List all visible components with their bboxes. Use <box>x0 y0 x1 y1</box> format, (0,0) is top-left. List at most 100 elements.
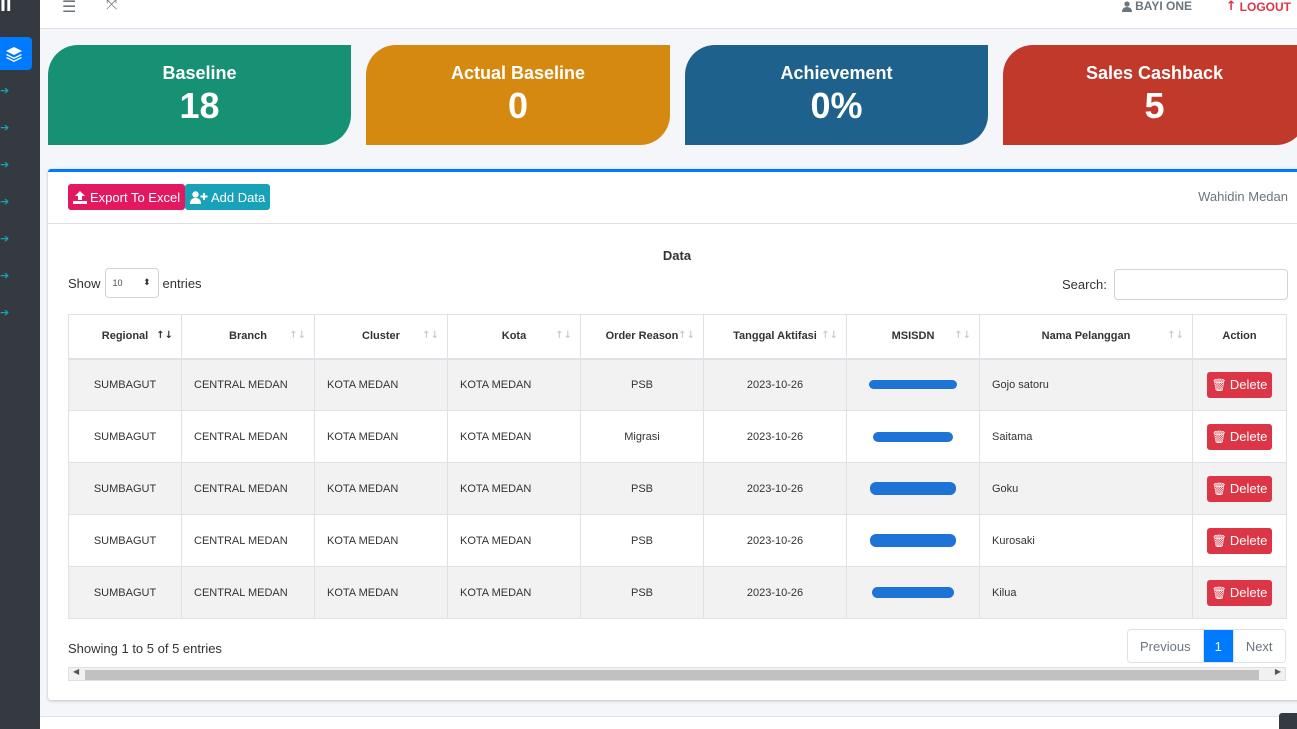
next-page-button[interactable]: Next <box>1232 630 1285 662</box>
sidebar-item-4[interactable]: ➔ <box>0 196 12 208</box>
col-cluster[interactable]: Cluster ↑↓ <box>314 314 448 360</box>
delete-button[interactable]: 🗑 Delete <box>1206 371 1273 398</box>
export-excel-button[interactable]: Export To Excel <box>68 184 186 210</box>
sidebar-item-6[interactable]: ➔ <box>0 270 12 282</box>
page-1-button[interactable]: 1 <box>1203 630 1233 662</box>
logout-link[interactable]: ↑ LOGOUT <box>1226 0 1291 14</box>
cell-order-reason: PSB <box>580 566 704 619</box>
user-menu[interactable]: BAYI ONE <box>1122 0 1192 13</box>
scrollbar-thumb[interactable] <box>85 670 1259 680</box>
search-input[interactable] <box>1113 269 1288 300</box>
cell-cluster: KOTA MEDAN <box>314 358 448 411</box>
sidebar-item-2[interactable]: ➔ <box>0 122 12 134</box>
scroll-left-icon[interactable]: ◀ <box>73 667 79 676</box>
cell-msisdn <box>846 410 980 463</box>
delete-button[interactable]: 🗑 Delete <box>1206 527 1273 554</box>
delete-label: Delete <box>1229 585 1268 600</box>
sidebar-item-1[interactable]: ➔ <box>0 85 12 97</box>
delete-button[interactable]: 🗑 Delete <box>1206 475 1273 502</box>
select-arrows-icon: ⬍ <box>142 278 151 288</box>
sort-icon: ↑↓ <box>555 330 572 341</box>
table-row: SUMBAGUT CENTRAL MEDAN KOTA MEDAN KOTA M… <box>68 410 1287 463</box>
data-card: Export To Excel Add Data Wahidin Medan D… <box>48 169 1297 700</box>
add-data-button[interactable]: Add Data <box>185 184 271 210</box>
cell-order-reason: Migrasi <box>580 410 704 463</box>
expand-icon[interactable]: ⤧ <box>106 0 117 13</box>
arrow-right-icon: ➔ <box>0 158 10 171</box>
delete-label: Delete <box>1229 533 1268 548</box>
length-select[interactable]: 10 ⬍ <box>104 268 159 298</box>
data-table: Regional ↑↓ Branch ↑↓ Cluster ↑↓ Kota ↑↓ Ord… <box>68 314 1287 619</box>
cell-kota: KOTA MEDAN <box>447 358 581 411</box>
previous-page-button[interactable]: Previous <box>1128 630 1204 662</box>
col-regional[interactable]: Regional ↑↓ <box>68 314 182 360</box>
sort-icon: ↑↓ <box>422 330 439 341</box>
sidebar-item-dashboard[interactable] <box>0 37 32 70</box>
col-kota[interactable]: Kota ↑↓ <box>447 314 581 360</box>
cell-branch: CENTRAL MEDAN <box>181 462 315 515</box>
column-label: Regional <box>101 330 149 343</box>
delete-button[interactable]: 🗑 Delete <box>1206 423 1273 450</box>
table-row: SUMBAGUT CENTRAL MEDAN KOTA MEDAN KOTA M… <box>68 514 1287 567</box>
col-branch[interactable]: Branch ↑↓ <box>181 314 315 360</box>
cell-nama: Gojo satoru <box>979 358 1193 411</box>
column-label: Tanggal Aktifasi <box>733 330 817 343</box>
cell-nama: Saitama <box>979 410 1193 463</box>
redacted-msisdn <box>873 431 953 442</box>
user-icon <box>1122 0 1133 12</box>
sort-asc-icon: ↑↓ <box>156 330 173 341</box>
redacted-msisdn <box>870 482 956 495</box>
user-plus-icon <box>190 190 208 204</box>
search-label: Search: <box>1062 277 1107 292</box>
table-info: Showing 1 to 5 of 5 entries <box>68 641 222 656</box>
cell-regional: SUMBAGUT <box>68 410 182 463</box>
owner-name: Wahidin Medan <box>1198 189 1288 204</box>
cell-branch: CENTRAL MEDAN <box>181 358 315 411</box>
col-nama-pelanggan[interactable]: Nama Pelanggan ↑↓ <box>979 314 1193 360</box>
delete-button[interactable]: 🗑 Delete <box>1206 579 1273 606</box>
sort-icon: ↑↓ <box>821 330 838 341</box>
card-value: 5 <box>1144 85 1165 126</box>
col-msisdn[interactable]: MSISDN ↑↓ <box>846 314 980 360</box>
horizontal-scrollbar[interactable]: ◀ ▶ <box>68 667 1286 681</box>
cell-branch: CENTRAL MEDAN <box>181 410 315 463</box>
export-label: Export To Excel <box>90 189 181 205</box>
trash-icon: 🗑 <box>1211 533 1227 548</box>
delete-label: Delete <box>1229 429 1268 444</box>
card-value: 0% <box>810 85 863 126</box>
actual-baseline-card: Actual Baseline 0 <box>366 45 670 145</box>
table-title: Data <box>662 248 692 263</box>
scroll-right-icon[interactable]: ▶ <box>1275 667 1281 676</box>
col-tanggal-aktifasi[interactable]: Tanggal Aktifasi ↑↓ <box>703 314 847 360</box>
upload-icon <box>73 190 87 204</box>
arrow-right-icon: ➔ <box>0 195 10 208</box>
sidebar-item-5[interactable]: ➔ <box>0 233 12 245</box>
column-label: Cluster <box>362 330 400 343</box>
back-to-top-button[interactable] <box>1279 713 1297 729</box>
cell-action: 🗑 Delete <box>1192 566 1287 619</box>
delete-label: Delete <box>1229 377 1268 393</box>
entries-label: entries <box>162 275 202 291</box>
column-label: Order Reason <box>605 330 679 343</box>
cell-kota: KOTA MEDAN <box>447 566 581 619</box>
cell-nama: Kurosaki <box>979 514 1193 567</box>
sort-icon: ↑↓ <box>954 330 971 341</box>
col-order-reason[interactable]: Order Reason ↑↓ <box>580 314 704 360</box>
column-label: Branch <box>229 330 267 343</box>
arrow-right-icon: ➔ <box>0 269 10 282</box>
cell-kota: KOTA MEDAN <box>447 410 581 463</box>
column-label: MSISDN <box>891 330 935 343</box>
sidebar-item-7[interactable]: ➔ <box>0 307 12 319</box>
column-label: Kota <box>501 330 527 343</box>
cell-cluster: KOTA MEDAN <box>314 410 448 463</box>
sales-cashback-card: Sales Cashback 5 <box>1003 45 1297 145</box>
bars-icon[interactable]: ☰ <box>62 0 76 16</box>
table-row: SUMBAGUT CENTRAL MEDAN KOTA MEDAN KOTA M… <box>68 566 1287 619</box>
cell-action: 🗑 Delete <box>1192 358 1287 411</box>
arrow-up-icon: ↑ <box>1225 0 1237 14</box>
pagination: Previous 1 Next <box>1127 629 1286 663</box>
sidebar-item-3[interactable]: ➔ <box>0 159 12 171</box>
cell-order-reason: PSB <box>580 462 704 515</box>
top-navbar: ☰ ⤧ BAYI ONE ↑ LOGOUT <box>40 0 1297 29</box>
trash-icon: 🗑 <box>1211 377 1227 392</box>
